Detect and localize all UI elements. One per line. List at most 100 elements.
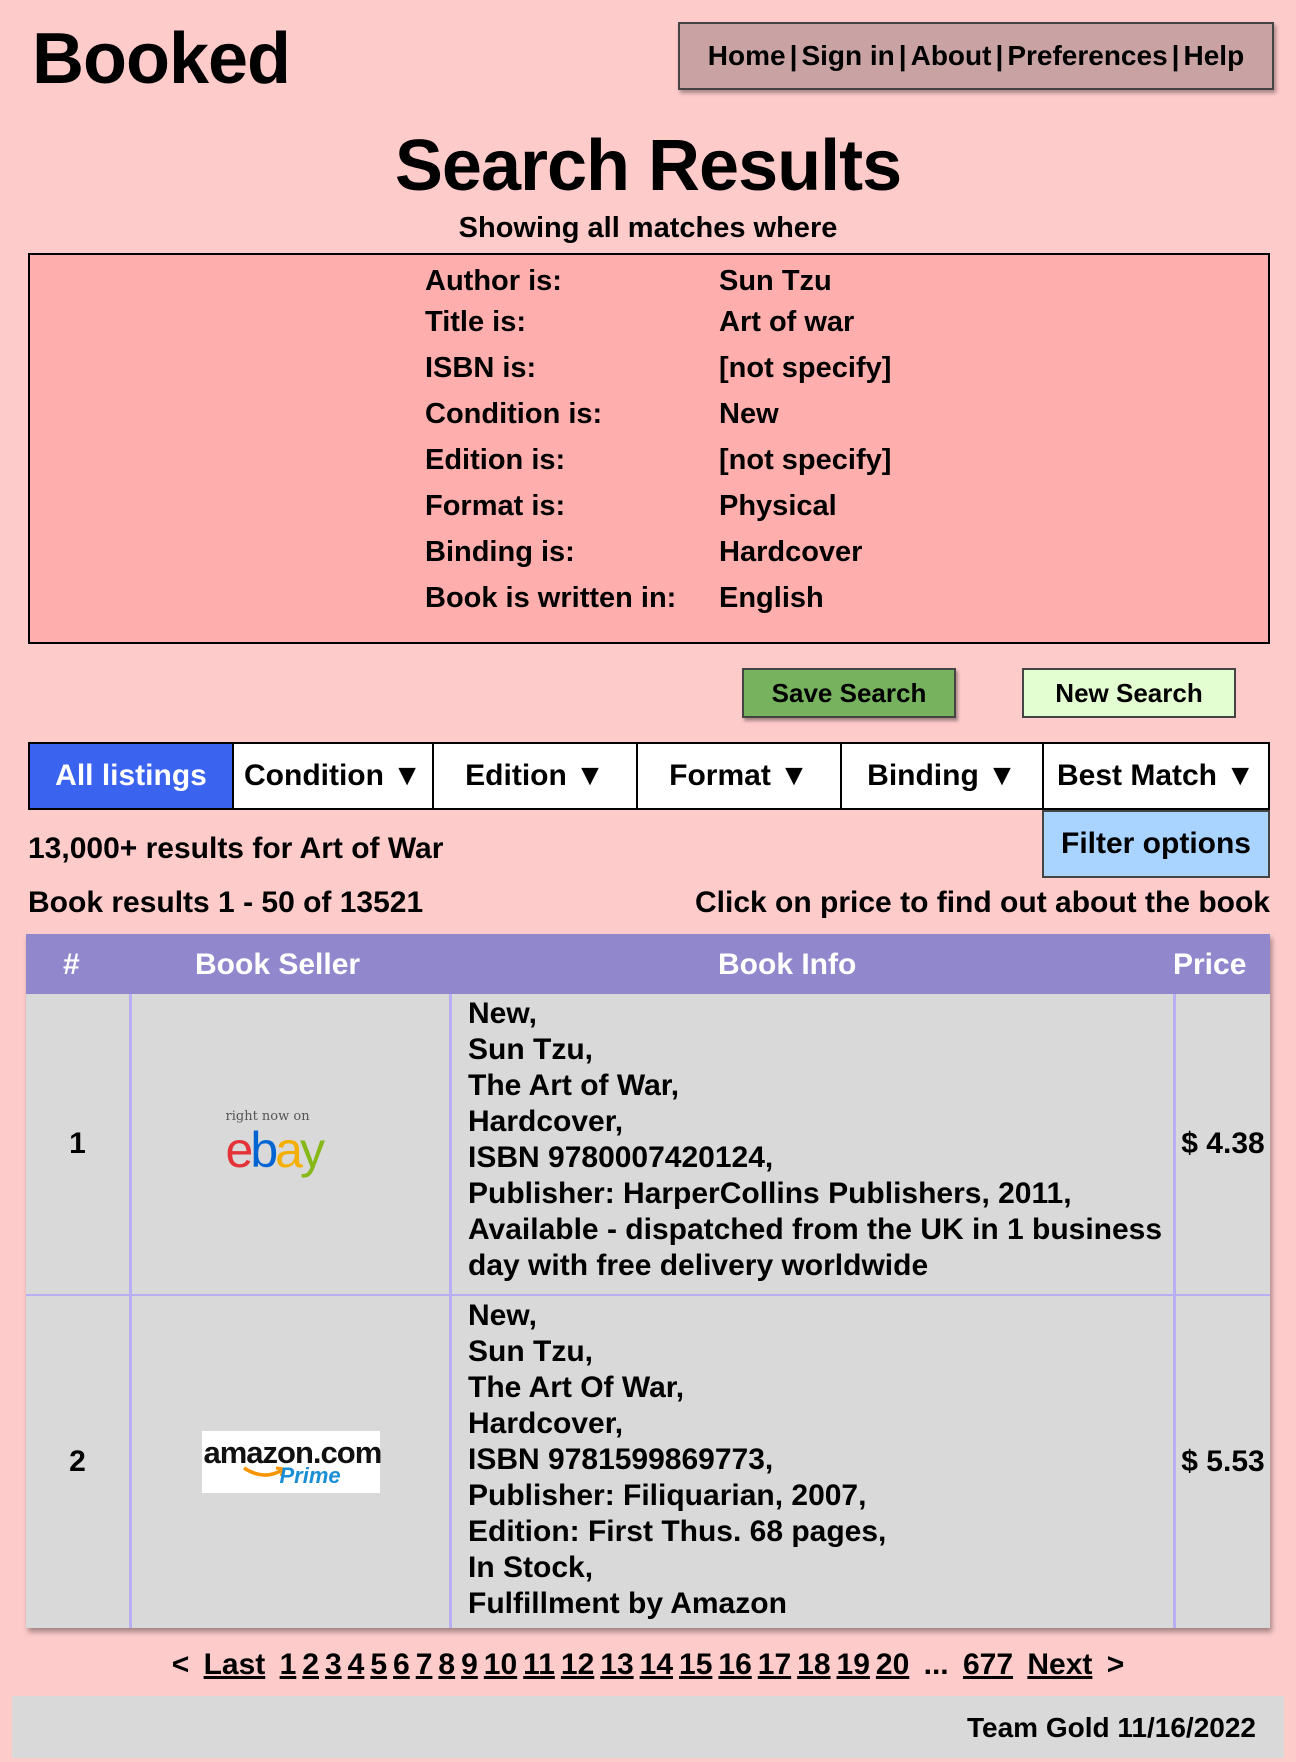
seller-cell: right now on ebay bbox=[132, 994, 452, 1294]
pagination-final-page-link[interactable]: 677 bbox=[963, 1648, 1013, 1681]
brand-logo[interactable]: Booked bbox=[32, 18, 291, 100]
pagination: < Last 1 2 3 4 5 6 7 8 9 10 11 12 13 14 15 16 17 18 19 20 .… bbox=[0, 1648, 1296, 1682]
criteria-value: [not specify] bbox=[719, 444, 892, 476]
criteria-row-format: Format is: Physical bbox=[425, 490, 1125, 530]
nav-separator: | bbox=[995, 40, 1004, 71]
pagination-page-link[interactable]: 7 bbox=[416, 1648, 433, 1681]
pagination-page-link[interactable]: 13 bbox=[600, 1648, 633, 1681]
seller-cell: amazon.com Prime bbox=[132, 1296, 452, 1628]
pagination-next-link[interactable]: Next bbox=[1027, 1648, 1092, 1681]
price-link[interactable]: $ 4.38 bbox=[1176, 994, 1270, 1294]
filter-binding-dropdown[interactable]: Binding ▼ bbox=[842, 744, 1044, 808]
table-header: # Book Seller Book Info Price bbox=[26, 934, 1270, 994]
pagination-ellipsis: ... bbox=[923, 1648, 949, 1681]
criteria-label: Binding is: bbox=[425, 536, 575, 568]
filter-condition-dropdown[interactable]: Condition ▼ bbox=[234, 744, 434, 808]
ebay-logo-letter: y bbox=[299, 1122, 325, 1178]
row-number: 1 bbox=[26, 994, 132, 1294]
nav-sign-in[interactable]: Sign in bbox=[801, 40, 894, 72]
book-delivery: day with free delivery worldwide bbox=[468, 1249, 929, 1282]
result-count: 13,000+ results for Art of War bbox=[28, 832, 444, 865]
criteria-label: Condition is: bbox=[425, 398, 603, 430]
criteria-value: English bbox=[719, 582, 824, 614]
criteria-row-binding: Binding is: Hardcover bbox=[425, 536, 1125, 576]
pagination-page-link[interactable]: 10 bbox=[484, 1648, 517, 1681]
page-title: Search Results bbox=[394, 126, 902, 206]
sort-best-match-dropdown[interactable]: Best Match ▼ bbox=[1044, 744, 1268, 808]
filter-format-dropdown[interactable]: Format ▼ bbox=[638, 744, 842, 808]
pagination-page-link[interactable]: 11 bbox=[523, 1648, 555, 1681]
filter-edition-dropdown[interactable]: Edition ▼ bbox=[434, 744, 638, 808]
pagination-prev-arrow: < bbox=[171, 1648, 190, 1681]
table-row: 2 amazon.com Prime New, Sun Tzu, The Art… bbox=[26, 1296, 1270, 1628]
criteria-row-author: Author is: Sun Tzu bbox=[425, 265, 1125, 305]
pagination-page-link[interactable]: 5 bbox=[370, 1648, 387, 1681]
book-binding: Hardcover, bbox=[468, 1105, 624, 1138]
pagination-page-link[interactable]: 12 bbox=[561, 1648, 594, 1681]
table-row: 1 right now on ebay New, Sun Tzu, The Ar… bbox=[26, 994, 1270, 1296]
header-book-info: Book Info bbox=[718, 948, 857, 981]
criteria-value: Physical bbox=[719, 490, 837, 522]
ebay-logo-word: ebay bbox=[226, 1121, 325, 1179]
book-title: The Art Of War, bbox=[468, 1371, 685, 1404]
book-condition: New, bbox=[468, 997, 537, 1030]
nav-separator: | bbox=[898, 40, 907, 71]
book-publisher: Publisher: HarperCollins Publishers, 201… bbox=[468, 1177, 1072, 1210]
book-condition: New, bbox=[468, 1299, 537, 1332]
filter-all-listings[interactable]: All listings bbox=[30, 744, 234, 808]
book-fulfillment: Fulfillment by Amazon bbox=[468, 1587, 787, 1620]
pagination-last-link[interactable]: Last bbox=[204, 1648, 266, 1681]
book-publisher: Publisher: Filiquarian, 2007, bbox=[468, 1479, 867, 1512]
pagination-page-link[interactable]: 14 bbox=[640, 1648, 673, 1681]
pagination-page-link[interactable]: 4 bbox=[348, 1648, 365, 1681]
top-nav: Home | Sign in | About | Preferences | H… bbox=[678, 22, 1274, 90]
nav-help[interactable]: Help bbox=[1184, 40, 1245, 72]
pagination-page-link[interactable]: 6 bbox=[393, 1648, 410, 1681]
pagination-page-link[interactable]: 20 bbox=[876, 1648, 909, 1681]
criteria-row-condition: Condition is: New bbox=[425, 398, 1125, 438]
ebay-logo-letter: b bbox=[250, 1122, 278, 1178]
book-author: Sun Tzu, bbox=[468, 1335, 593, 1368]
criteria-value: New bbox=[719, 398, 779, 430]
pagination-page-link[interactable]: 2 bbox=[302, 1648, 319, 1681]
pagination-page-link[interactable]: 19 bbox=[837, 1648, 870, 1681]
page-subtitle: Showing all matches where bbox=[458, 212, 838, 244]
book-isbn: ISBN 9781599869773, bbox=[468, 1443, 774, 1476]
ebay-logo: right now on ebay bbox=[226, 1109, 356, 1179]
new-search-button[interactable]: New Search bbox=[1022, 668, 1236, 718]
criteria-row-title: Title is: Art of war bbox=[425, 306, 1125, 346]
criteria-row-isbn: ISBN is: [not specify] bbox=[425, 352, 1125, 392]
pagination-page-link[interactable]: 9 bbox=[461, 1648, 478, 1681]
price-link[interactable]: $ 5.53 bbox=[1176, 1296, 1270, 1628]
pagination-page-link[interactable]: 3 bbox=[325, 1648, 342, 1681]
footer-credit: Team Gold 11/16/2022 bbox=[967, 1712, 1256, 1743]
nav-separator: | bbox=[789, 40, 798, 71]
ebay-logo-letter: a bbox=[275, 1122, 303, 1178]
nav-home[interactable]: Home bbox=[708, 40, 786, 72]
criteria-value: Hardcover bbox=[719, 536, 863, 568]
nav-preferences[interactable]: Preferences bbox=[1007, 40, 1167, 72]
footer: Team Gold 11/16/2022 bbox=[12, 1696, 1284, 1758]
criteria-label: Format is: bbox=[425, 490, 566, 522]
nav-separator: | bbox=[1171, 40, 1180, 71]
save-search-button[interactable]: Save Search bbox=[742, 668, 956, 718]
pagination-page-link[interactable]: 18 bbox=[797, 1648, 830, 1681]
pagination-page-link[interactable]: 1 bbox=[280, 1648, 297, 1681]
filter-bar: All listings Condition ▼ Edition ▼ Forma… bbox=[28, 742, 1270, 810]
pagination-page-link[interactable]: 17 bbox=[758, 1648, 791, 1681]
search-criteria-box: Author is: Sun Tzu Title is: Art of war … bbox=[28, 253, 1270, 644]
criteria-label: ISBN is: bbox=[425, 352, 537, 384]
header-price: Price bbox=[1173, 948, 1247, 981]
pagination-page-link[interactable]: 15 bbox=[679, 1648, 712, 1681]
criteria-label: Author is: bbox=[425, 265, 562, 297]
filter-options-button[interactable]: Filter options bbox=[1042, 810, 1270, 878]
book-availability: Available - dispatched from the UK in 1 … bbox=[468, 1213, 1163, 1246]
results-table: # Book Seller Book Info Price 1 right no… bbox=[26, 934, 1270, 1628]
row-number: 2 bbox=[26, 1296, 132, 1628]
book-info-cell: New, Sun Tzu, The Art of War, Hardcover,… bbox=[452, 994, 1176, 1294]
amazon-prime-tag: Prime bbox=[279, 1463, 341, 1488]
pagination-page-link[interactable]: 16 bbox=[718, 1648, 751, 1681]
book-edition: Edition: First Thus. 68 pages, bbox=[468, 1515, 887, 1548]
nav-about[interactable]: About bbox=[911, 40, 992, 72]
pagination-page-link[interactable]: 8 bbox=[438, 1648, 455, 1681]
